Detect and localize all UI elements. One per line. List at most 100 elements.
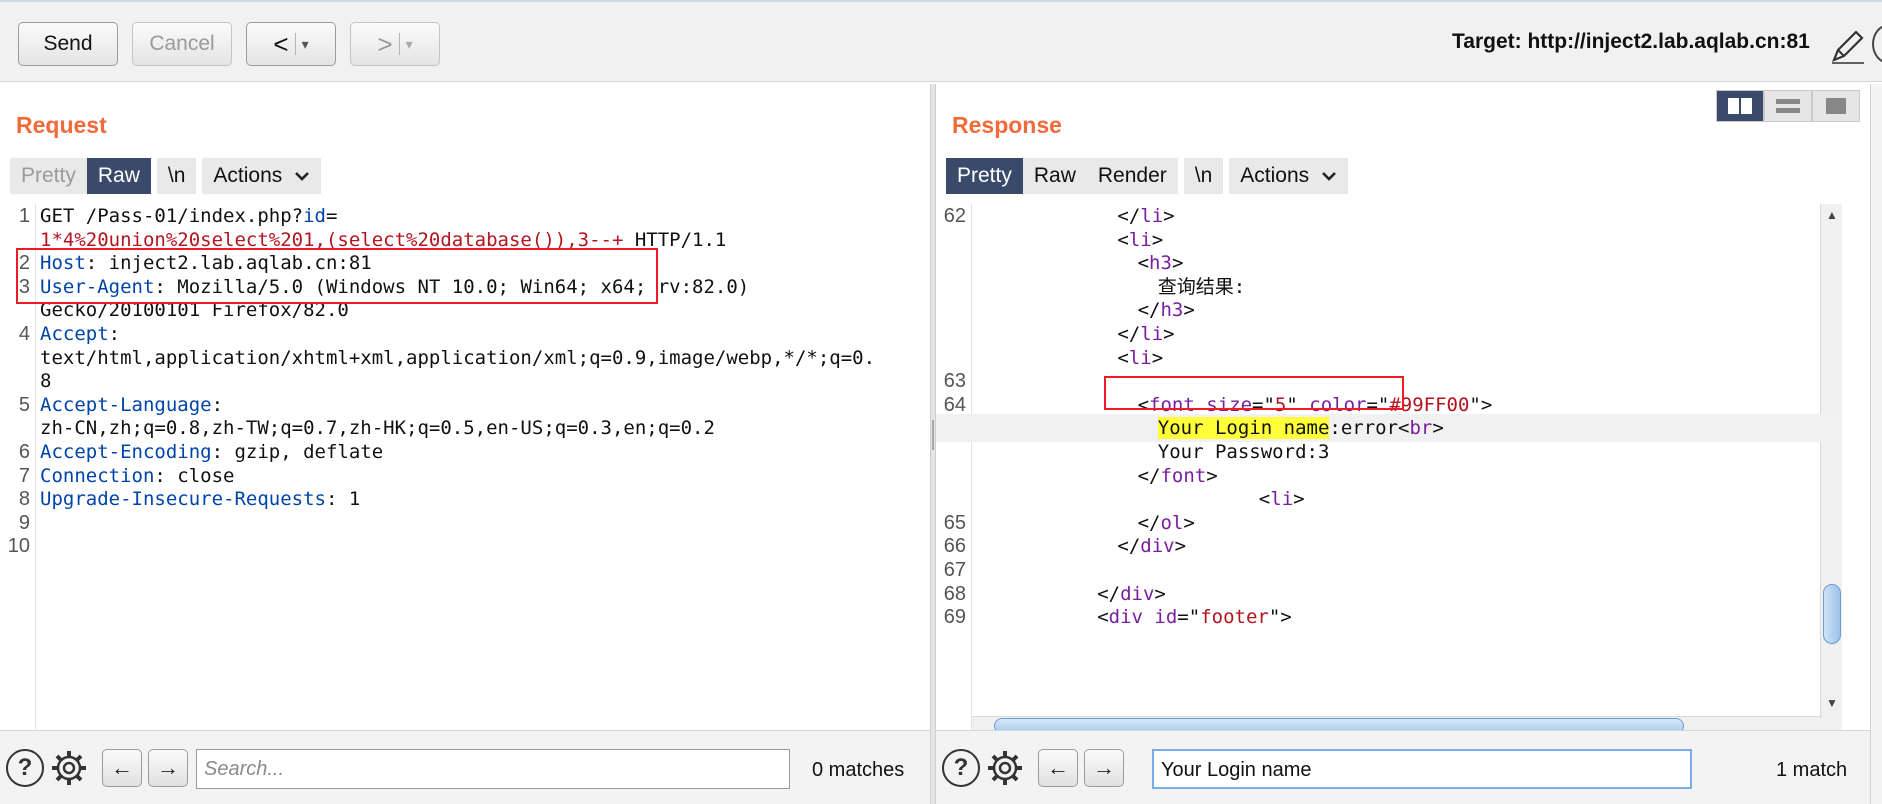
layout-toggle — [1716, 90, 1860, 122]
actions-label: Actions — [213, 164, 283, 187]
top-toolbar: Send Cancel < ▾ > ▾ Target: http://injec… — [0, 0, 1882, 82]
code-token: </ — [1137, 299, 1161, 322]
request-view-tabs: Pretty Raw — [10, 158, 151, 194]
response-view-tabs: Pretty Raw Render — [946, 158, 1178, 194]
annotation-box-match — [1104, 376, 1404, 410]
code-token: > — [1171, 252, 1184, 275]
button-separator — [398, 33, 400, 55]
request-pane: Request Pretty Raw \n Actions 1 GET /Pass… — [0, 84, 930, 804]
help-icon[interactable]: ? — [6, 749, 44, 787]
code-token: </ — [1097, 582, 1121, 605]
newline-toggle[interactable]: \n — [1183, 158, 1224, 194]
code-token: div — [1120, 582, 1155, 605]
response-pane: Response Pretty Raw Render \n Actions ▲ … — [936, 84, 1870, 804]
code-token: < — [1117, 346, 1129, 369]
code-token: : gzip, deflate — [211, 441, 384, 463]
target-label: Target: http://inject2.lab.aqlab.cn:81 — [1452, 30, 1810, 53]
code-token: li — [1128, 228, 1152, 251]
newline-toggle[interactable]: \n — [156, 158, 197, 194]
newline-toggle-label[interactable]: \n — [157, 158, 197, 194]
code-token: < — [1097, 606, 1109, 629]
tab-pretty[interactable]: Pretty — [10, 158, 87, 194]
code-token: </ — [1117, 205, 1141, 227]
pencil-icon[interactable] — [1828, 26, 1868, 66]
code-token: Connection — [40, 464, 155, 487]
actions-menu-label[interactable]: Actions — [1229, 158, 1348, 194]
code-token: < — [1258, 488, 1271, 511]
search-input[interactable]: Your Login name — [1152, 749, 1692, 789]
code-token: Upgrade-Insecure-Requests — [40, 488, 326, 511]
forward-arrow-label: > — [377, 28, 393, 59]
code-line: 69 <div id="footer"> — [936, 603, 1842, 631]
code-token: "> — [1469, 393, 1493, 416]
back-arrow-label: < — [273, 28, 289, 59]
code-token: li — [1270, 488, 1294, 511]
code-token: > — [1163, 205, 1175, 227]
code-token: > — [1293, 488, 1305, 511]
splitter-grip[interactable] — [932, 420, 934, 450]
code-line: 10 — [0, 532, 930, 560]
forward-history-button[interactable]: > ▾ — [350, 22, 440, 66]
layout-side-by-side-icon[interactable] — [1716, 90, 1764, 122]
layout-stacked-icon[interactable] — [1764, 90, 1812, 122]
chevron-down-icon — [1322, 172, 1336, 182]
help-icon[interactable] — [1872, 24, 1882, 64]
code-token: </ — [1117, 535, 1141, 558]
previous-match-button[interactable]: ← — [102, 749, 142, 787]
help-icon[interactable]: ? — [942, 749, 980, 787]
scroll-down-icon[interactable]: ▼ — [1825, 696, 1839, 710]
code-token: > — [1183, 511, 1195, 534]
code-token: < — [1137, 252, 1150, 275]
code-token: > — [1163, 323, 1175, 345]
code-token: div — [1108, 606, 1143, 629]
gear-icon[interactable] — [50, 749, 88, 787]
previous-match-button[interactable]: ← — [1038, 749, 1078, 787]
code-token: li — [1140, 205, 1164, 227]
response-editor[interactable]: ▲ ▼ 62 </li> <li> <h3> 查询结果: </h3> </li> <li> 63… — [936, 204, 1842, 734]
response-title: Response — [952, 112, 1062, 138]
code-token: id — [303, 205, 326, 227]
code-token: > — [1151, 346, 1164, 369]
newline-toggle-label[interactable]: \n — [1184, 158, 1224, 194]
code-token: Your Login name — [1157, 417, 1330, 440]
code-token: Accept — [40, 323, 109, 345]
send-button[interactable]: Send — [18, 22, 118, 66]
gear-icon[interactable] — [986, 749, 1024, 787]
back-history-button[interactable]: < ▾ — [246, 22, 336, 66]
tab-pretty[interactable]: Pretty — [946, 158, 1023, 194]
code-token: > — [1151, 228, 1164, 251]
code-token: Your Password:3 — [1157, 441, 1330, 463]
search-input[interactable]: Search... — [196, 749, 790, 789]
code-token: id — [1142, 606, 1178, 629]
dropdown-arrow-icon[interactable]: ▾ — [406, 36, 413, 53]
code-token: div — [1140, 535, 1175, 558]
code-token: Accept-Language — [40, 393, 212, 416]
actions-menu[interactable]: Actions — [202, 158, 322, 194]
code-token: =" — [1177, 606, 1201, 629]
code-token: > — [1183, 299, 1195, 322]
actions-menu[interactable]: Actions — [1229, 158, 1348, 194]
side-panel-edge — [1870, 84, 1882, 804]
code-token: : — [211, 393, 224, 416]
code-token: : close — [154, 464, 235, 487]
tab-raw[interactable]: Raw — [86, 158, 151, 194]
tab-render[interactable]: Render — [1087, 158, 1178, 194]
code-token: 查询结果: — [1157, 275, 1246, 298]
code-token: < — [1117, 228, 1129, 251]
line-number: 10 — [7, 535, 30, 558]
code-token: : 1 — [325, 488, 361, 511]
layout-single-icon[interactable] — [1812, 90, 1860, 122]
response-tabbar: Pretty Raw Render \n Actions — [946, 158, 1348, 194]
dropdown-arrow-icon[interactable]: ▾ — [302, 36, 309, 53]
code-token: = — [326, 205, 338, 227]
actions-menu-label[interactable]: Actions — [202, 158, 321, 194]
request-title: Request — [16, 112, 107, 138]
code-token: li — [1140, 323, 1164, 345]
annotation-box-payload — [16, 248, 658, 304]
next-match-button[interactable]: → — [148, 749, 188, 787]
code-token: </ — [1117, 323, 1141, 345]
code-token: > — [1206, 464, 1218, 487]
cancel-button[interactable]: Cancel — [132, 22, 232, 66]
next-match-button[interactable]: → — [1084, 749, 1124, 787]
tab-raw[interactable]: Raw — [1023, 158, 1087, 194]
